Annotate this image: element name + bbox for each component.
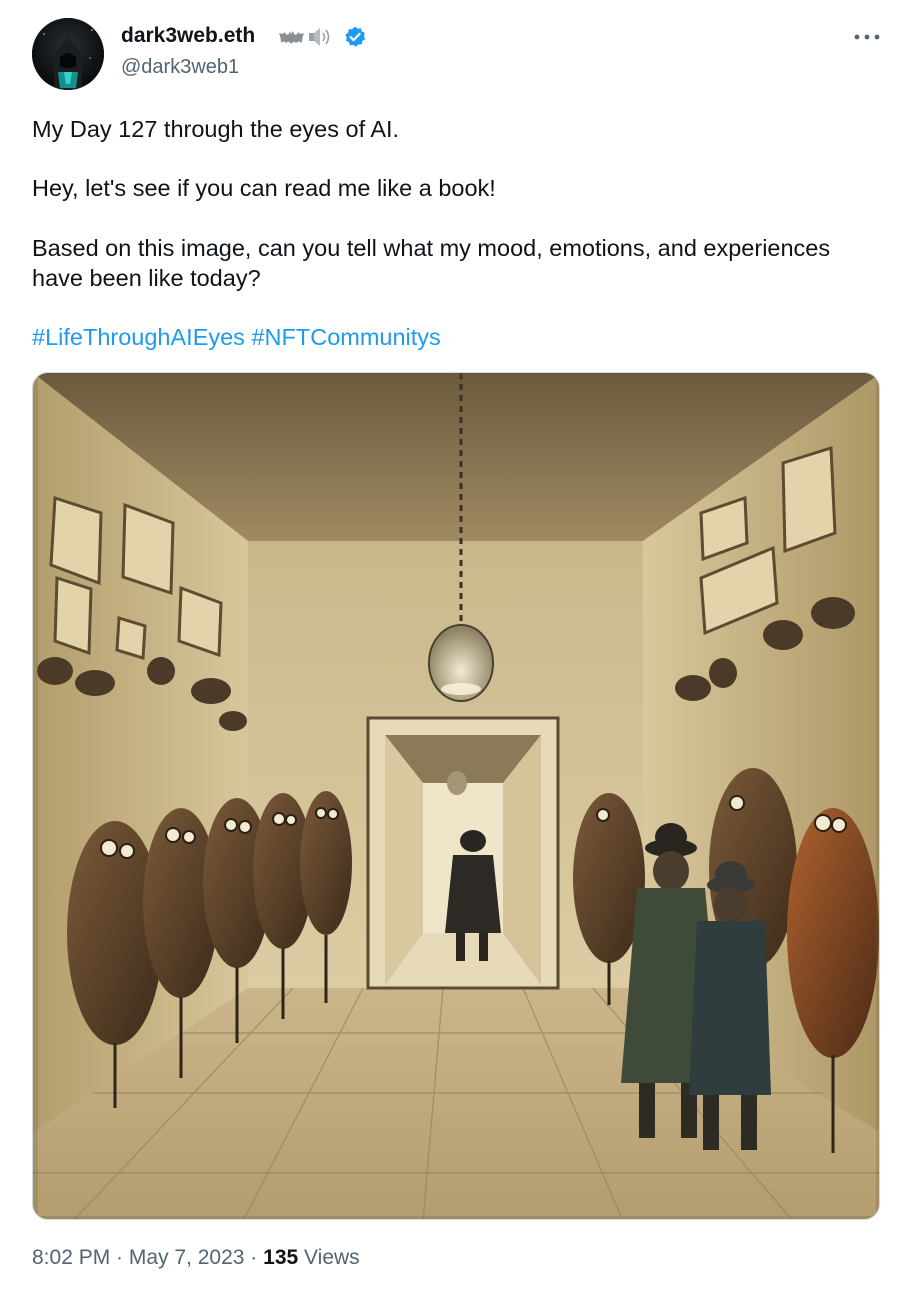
tweet-image[interactable] bbox=[32, 372, 880, 1220]
hashtag-link[interactable]: #LifeThroughAIEyes bbox=[32, 324, 245, 350]
tweet-line: Hey, let's see if you can read me like a… bbox=[32, 175, 496, 201]
speaker-emoji bbox=[309, 28, 330, 46]
more-horizontal-icon[interactable] bbox=[852, 30, 882, 44]
tweet-date[interactable]: May 7, 2023 bbox=[129, 1246, 245, 1269]
display-name[interactable]: dark3web.eth bbox=[121, 24, 255, 48]
separator: · bbox=[244, 1246, 264, 1269]
user-handle[interactable]: @dark3web1 bbox=[121, 56, 239, 79]
name-emojis bbox=[278, 26, 338, 53]
hashtag-link[interactable]: #NFTCommunitys bbox=[251, 324, 440, 350]
tweet-time[interactable]: 8:02 PM bbox=[32, 1246, 110, 1269]
hashtag-line: #LifeThroughAIEyes #NFTCommunitys bbox=[32, 322, 441, 352]
views-label: Views bbox=[298, 1246, 360, 1269]
tweet-line: My Day 127 through the eyes of AI. bbox=[32, 116, 400, 142]
verified-badge-icon bbox=[343, 25, 367, 54]
views-count: 135 bbox=[263, 1246, 299, 1269]
tweet-line: Based on this image, can you tell what m… bbox=[32, 235, 831, 291]
bat-emoji bbox=[279, 31, 304, 44]
separator: · bbox=[110, 1246, 129, 1269]
avatar[interactable] bbox=[32, 18, 104, 90]
tweet-meta: 8:02 PM · May 7, 2023 · 135 Views bbox=[32, 1246, 360, 1270]
